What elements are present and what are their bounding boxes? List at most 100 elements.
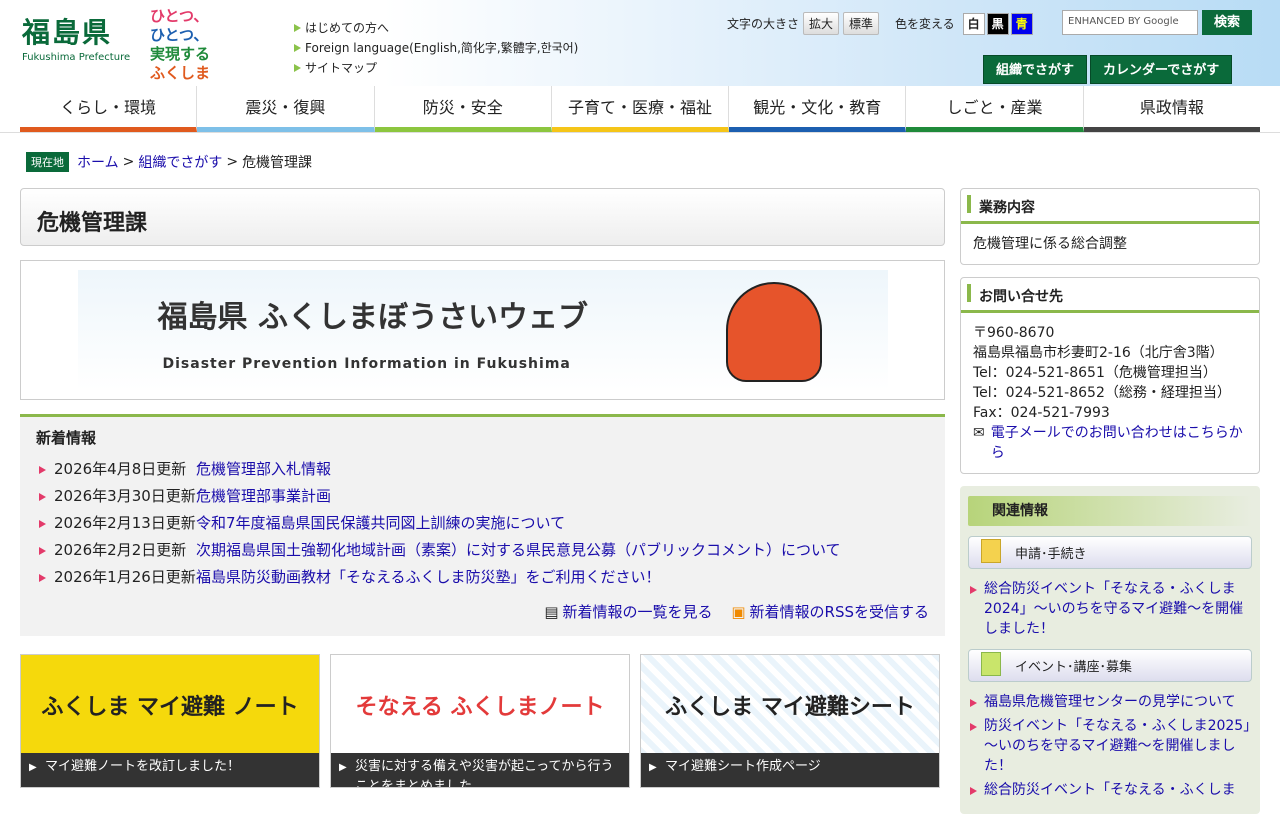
card-my-hinan-sheet[interactable]: ふくしま マイ避難シート マイ避難シート作成ページ bbox=[640, 654, 940, 788]
related-link-item: 福島県危機管理センターの見学について bbox=[968, 692, 1252, 712]
rss-icon: ▣ bbox=[731, 603, 746, 621]
news-date: 2026年2月13日更新 bbox=[36, 510, 196, 537]
news-link[interactable]: 危機管理部事業計画 bbox=[196, 483, 331, 510]
card-image: ふくしま マイ避難シート bbox=[641, 655, 939, 755]
nav-safety[interactable]: 防災・安全 bbox=[374, 86, 552, 132]
related-link[interactable]: 総合防災イベント「そなえる・ふくしま2024」～いのちを守るマイ避難～を開催しま… bbox=[984, 581, 1243, 637]
list-item: 2026年3月30日更新 危機管理部事業計画 bbox=[36, 483, 929, 510]
related-sub-procedures: 申請･手続き bbox=[968, 536, 1252, 569]
contact-line: Tel：024-521-8652（総務・経理担当） bbox=[973, 385, 1231, 401]
nav-living[interactable]: くらし・環境 bbox=[20, 86, 198, 132]
feature-cards: ふくしま マイ避難 ノート マイ避難ノートを改訂しました！ そなえる ふくしまノ… bbox=[20, 654, 940, 788]
slogan-logo: ひとつ、 ひとつ、 実現する ふくしま bbox=[150, 7, 250, 82]
slogan-line: ひとつ、 bbox=[150, 26, 209, 44]
news-rss-link[interactable]: 新着情報のRSSを受信する bbox=[750, 603, 929, 621]
breadcrumb-separator: > bbox=[226, 154, 239, 170]
color-blue-button[interactable]: 青 bbox=[1010, 12, 1033, 35]
contact-line: Tel：024-521-8651（危機管理担当） bbox=[973, 365, 1217, 381]
nav-recovery[interactable]: 震災・復興 bbox=[197, 86, 375, 132]
related-sub-label: イベント･講座･募集 bbox=[1015, 660, 1133, 675]
breadcrumb-home[interactable]: ホーム bbox=[77, 152, 119, 172]
list-item: 2026年1月26日更新 福島県防災動画教材「そなえるふくしま防災塾」をご利用くだ… bbox=[36, 564, 929, 591]
slogan-line: ふくしま bbox=[150, 64, 211, 82]
site-header: 福島県 Fukushima Prefecture ひとつ、 ひとつ、 実現する … bbox=[0, 0, 1280, 86]
related-info: 関連情報 申請･手続き 総合防災イベント「そなえる・ふくしま2024」～いのちを… bbox=[960, 486, 1260, 814]
list-icon: ▤ bbox=[544, 603, 559, 621]
related-link-item: 防災イベント「そなえる・ふくしま2025」～いのちを守るマイ避難～を開催しました… bbox=[968, 716, 1252, 776]
color-white-button[interactable]: 白 bbox=[962, 12, 985, 35]
search-button[interactable]: 検索 bbox=[1202, 10, 1252, 35]
link-sitemap[interactable]: サイトマップ bbox=[294, 58, 578, 78]
news-footer: ▤ 新着情報の一覧を見る ▣ 新着情報のRSSを受信する bbox=[36, 601, 929, 622]
contact-line: 福島県福島市杉妻町2-16（北庁舎3階） bbox=[973, 345, 1224, 361]
list-item: 2026年4月8日更新 危機管理部入札情報 bbox=[36, 456, 929, 483]
sidebar: 業務内容 危機管理に係る総合調整 お問い合せ先 〒960-8670 福島県福島市… bbox=[960, 188, 1260, 814]
event-icon bbox=[981, 652, 1001, 676]
banner-subtitle: Disaster Prevention Information in Fukus… bbox=[162, 356, 571, 372]
duty-text: 危機管理に係る総合調整 bbox=[973, 236, 1127, 252]
news-heading: 新着情報 bbox=[36, 429, 97, 447]
list-item: 2026年2月2日更新 次期福島県国土強靭化地域計画（素案）に対する県民意見公募（… bbox=[36, 537, 929, 564]
breadcrumb-current: 危機管理課 bbox=[242, 155, 313, 171]
contact-box: お問い合せ先 〒960-8670 福島県福島市杉妻町2-16（北庁舎3階） Te… bbox=[960, 277, 1260, 474]
news-date: 2026年1月26日更新 bbox=[36, 564, 196, 591]
font-enlarge-button[interactable]: 拡大 bbox=[803, 12, 840, 35]
card-image: ふくしま マイ避難 ノート bbox=[21, 655, 319, 755]
link-foreign-language[interactable]: Foreign language(English,简化字,繁體字,한국어) bbox=[294, 38, 578, 58]
breadcrumb: 現在地 ホーム > 組織でさがす > 危機管理課 bbox=[26, 152, 312, 172]
news-link[interactable]: 次期福島県国土強靭化地域計画（素案）に対する県民意見公募（パブリックコメント）に… bbox=[196, 537, 841, 564]
logo-roman: Fukushima Prefecture bbox=[22, 52, 131, 63]
related-heading: 関連情報 bbox=[968, 496, 1252, 526]
nav-culture[interactable]: 観光・文化・教育 bbox=[729, 86, 907, 132]
nav-industry[interactable]: しごと・産業 bbox=[906, 86, 1084, 132]
nav-government[interactable]: 県政情報 bbox=[1083, 86, 1260, 132]
header-sub-buttons: 組織でさがす カレンダーでさがす bbox=[983, 55, 1233, 84]
card-sonaeru-note[interactable]: そなえる ふくしまノート 災害に対する備えや災害が起こってから行うことをまとめま… bbox=[330, 654, 630, 788]
related-link-item: 総合防災イベント「そなえる・ふくしま2024」～いのちを守るマイ避難～を開催しま… bbox=[968, 579, 1252, 639]
search-input[interactable]: ENHANCED BY Google bbox=[1062, 10, 1198, 35]
news-list-link[interactable]: 新着情報の一覧を見る bbox=[563, 603, 713, 621]
list-item: 2026年2月13日更新 令和7年度福島県国民保護共同図上訓練の実施について bbox=[36, 510, 929, 537]
duty-heading: 業務内容 bbox=[961, 189, 1259, 224]
font-standard-button[interactable]: 標準 bbox=[843, 12, 880, 35]
global-nav: くらし・環境 震災・復興 防災・安全 子育て・医療・福祉 観光・文化・教育 しご… bbox=[0, 86, 1280, 133]
contact-heading: お問い合せ先 bbox=[961, 278, 1259, 313]
related-sub-label: 申請･手続き bbox=[1015, 547, 1087, 562]
card-my-hinan-note[interactable]: ふくしま マイ避難 ノート マイ避難ノートを改訂しました！ bbox=[20, 654, 320, 788]
related-link-item: 総合防災イベント「そなえる・ふくしま bbox=[968, 780, 1252, 800]
card-caption: マイ避難ノートを改訂しました！ bbox=[21, 753, 319, 787]
related-link[interactable]: 総合防災イベント「そなえる・ふくしま bbox=[984, 782, 1236, 798]
banner-title: 福島県 ふくしまぼうさいウェブ bbox=[157, 300, 588, 335]
accessibility-tools: 文字の大きさ 拡大 標準 色を変える 白 黒 青 bbox=[727, 12, 1033, 35]
slogan-line: ひとつ、 bbox=[150, 7, 209, 25]
site-search: ENHANCED BY Google 検索 bbox=[1062, 10, 1252, 35]
color-label: 色を変える bbox=[895, 17, 955, 31]
news-section: 新着情報 2026年4月8日更新 危機管理部入札情報 2026年3月30日更新 危機… bbox=[20, 414, 945, 636]
breadcrumb-badge: 現在地 bbox=[26, 152, 69, 172]
banner-image: 福島県 ふくしまぼうさいウェブ Disaster Prevention Info… bbox=[77, 270, 888, 390]
nav-welfare[interactable]: 子育て・医療・福祉 bbox=[551, 86, 730, 132]
contact-line: 〒960-8670 bbox=[973, 325, 1055, 341]
breadcrumb-separator: > bbox=[122, 154, 135, 170]
mail-row: ✉ 電子メールでのお問い合わせはこちらから bbox=[973, 423, 1247, 463]
main-content: 危機管理課 福島県 ふくしまぼうさいウェブ Disaster Preventio… bbox=[20, 188, 945, 636]
breadcrumb-org[interactable]: 組織でさがす bbox=[138, 152, 222, 172]
related-link[interactable]: 福島県危機管理センターの見学について bbox=[984, 694, 1236, 710]
bousai-web-banner[interactable]: 福島県 ふくしまぼうさいウェブ Disaster Prevention Info… bbox=[20, 260, 945, 400]
news-link[interactable]: 福島県防災動画教材「そなえるふくしま防災塾」をご利用ください！ bbox=[196, 564, 661, 591]
news-link[interactable]: 危機管理部入札情報 bbox=[196, 456, 331, 483]
news-link[interactable]: 令和7年度福島県国民保護共同図上訓練の実施について bbox=[196, 510, 565, 537]
org-search-button[interactable]: 組織でさがす bbox=[983, 55, 1088, 84]
card-caption: マイ避難シート作成ページ bbox=[641, 753, 939, 787]
related-link[interactable]: 防災イベント「そなえる・ふくしま2025」～いのちを守るマイ避難～を開催しました… bbox=[984, 718, 1250, 774]
card-caption: 災害に対する備えや災害が起こってから行うことをまとめました bbox=[331, 753, 629, 787]
link-first-visit[interactable]: はじめての方へ bbox=[294, 18, 578, 38]
mail-icon: ✉ bbox=[973, 425, 985, 441]
news-date: 2026年4月8日更新 bbox=[36, 456, 196, 483]
mail-link[interactable]: 電子メールでのお問い合わせはこちらから bbox=[991, 423, 1247, 463]
color-black-button[interactable]: 黒 bbox=[986, 12, 1009, 35]
site-logo[interactable]: 福島県 Fukushima Prefecture bbox=[22, 18, 131, 64]
news-date: 2026年2月2日更新 bbox=[36, 537, 196, 564]
calendar-search-button[interactable]: カレンダーでさがす bbox=[1090, 55, 1233, 84]
card-image: そなえる ふくしまノート bbox=[331, 655, 629, 755]
